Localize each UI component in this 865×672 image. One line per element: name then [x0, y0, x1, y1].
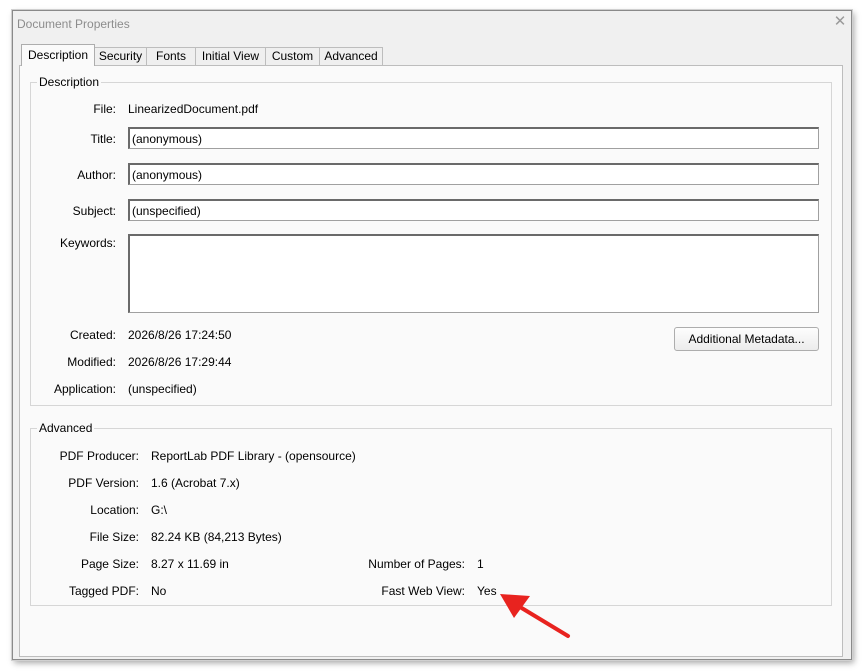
close-icon[interactable]: ✕ [833, 14, 847, 29]
fast-web-view-label: Fast Web View: [381, 584, 465, 598]
number-of-pages-label: Number of Pages: [368, 557, 465, 571]
location-label: Location: [90, 503, 139, 517]
fast-web-view-value: Yes [477, 584, 497, 598]
file-size-label: File Size: [89, 530, 139, 544]
document-properties-dialog: Document Properties ✕ Description Securi… [12, 10, 852, 660]
page-size-value: 8.27 x 11.69 in [151, 557, 229, 571]
keywords-label: Keywords: [59, 236, 116, 250]
description-group-label: Description [37, 75, 102, 89]
created-value: 2026/8/26 17:24:50 [128, 328, 232, 342]
tab-panel-description: Description File: LinearizedDocument.pdf… [19, 65, 843, 657]
subject-label: Subject: [72, 204, 116, 218]
pdf-producer-label: PDF Producer: [59, 449, 139, 463]
number-of-pages-value: 1 [477, 557, 484, 571]
description-group: Description File: LinearizedDocument.pdf… [30, 75, 832, 406]
title-bar: Document Properties ✕ [13, 11, 851, 37]
file-value: LinearizedDocument.pdf [128, 102, 259, 116]
advanced-group: Advanced PDF Producer: ReportLab PDF Lib… [30, 421, 832, 606]
file-label: File: [93, 102, 116, 116]
modified-label: Modified: [67, 355, 116, 369]
pdf-producer-value: ReportLab PDF Library - (opensource) [151, 449, 356, 463]
author-field[interactable] [128, 163, 819, 185]
additional-metadata-button[interactable]: Additional Metadata... [674, 327, 819, 351]
tab-advanced[interactable]: Advanced [319, 47, 383, 66]
tab-security[interactable]: Security [94, 47, 147, 66]
location-value: G:\ [151, 503, 168, 517]
title-label: Title: [90, 132, 116, 146]
page-size-label: Page Size: [80, 557, 139, 571]
tagged-pdf-value: No [151, 584, 167, 598]
pdf-version-value: 1.6 (Acrobat 7.x) [151, 476, 240, 490]
tab-description[interactable]: Description [21, 44, 95, 66]
tab-initial-view[interactable]: Initial View [195, 47, 266, 66]
tagged-pdf-label: Tagged PDF: [68, 584, 139, 598]
modified-value: 2026/8/26 17:29:44 [128, 355, 232, 369]
pdf-version-label: PDF Version: [68, 476, 139, 490]
file-size-value: 82.24 KB (84,213 Bytes) [151, 530, 282, 544]
title-field[interactable] [128, 127, 819, 149]
created-label: Created: [69, 328, 116, 342]
dialog-title: Document Properties [17, 17, 130, 31]
tab-fonts[interactable]: Fonts [146, 47, 196, 66]
author-label: Author: [77, 168, 116, 182]
application-value: (unspecified) [128, 382, 197, 396]
subject-field[interactable] [128, 199, 819, 221]
advanced-group-label: Advanced [37, 421, 95, 435]
tab-custom[interactable]: Custom [265, 47, 320, 66]
application-label: Application: [53, 382, 116, 396]
keywords-field[interactable] [128, 234, 819, 313]
